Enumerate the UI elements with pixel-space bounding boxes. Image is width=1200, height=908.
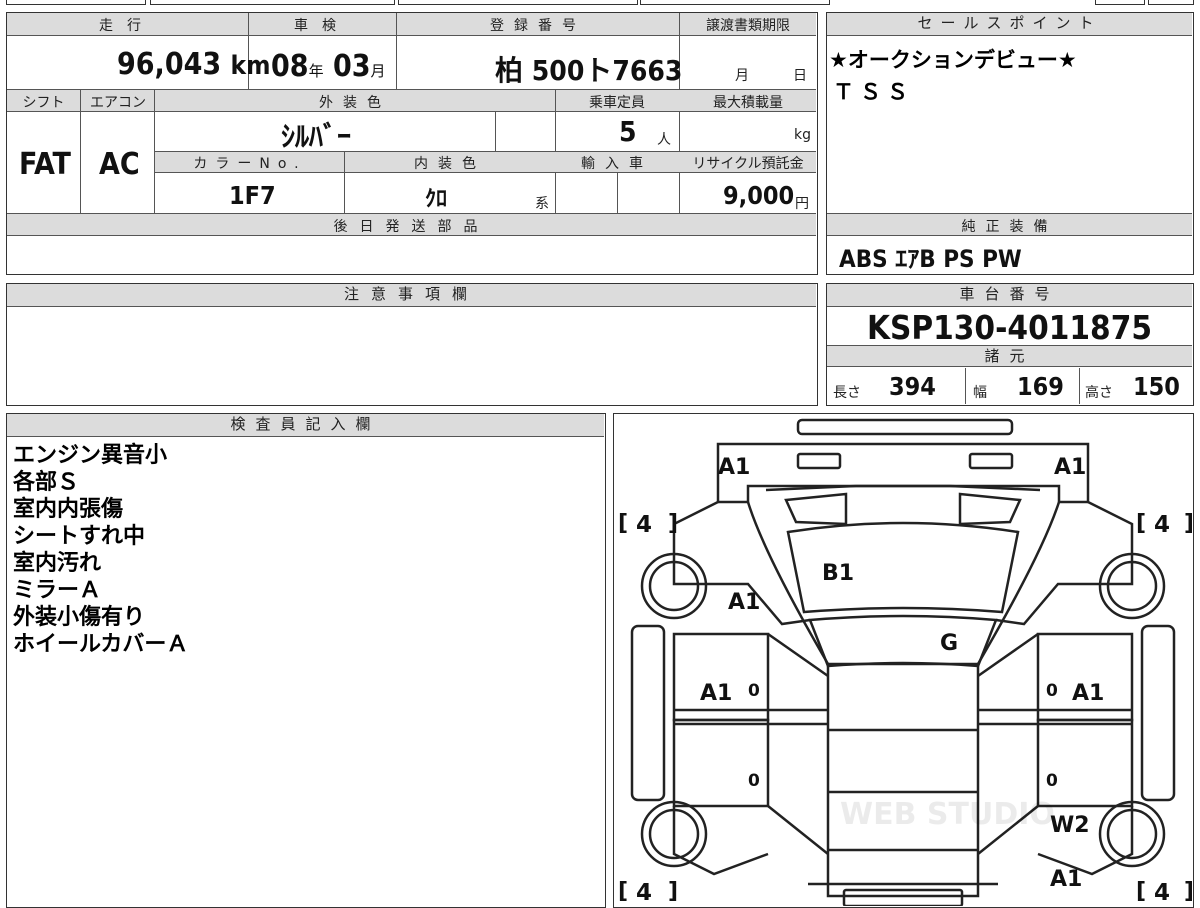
inspector-note-1: エンジン異音小	[13, 443, 168, 468]
inspector-note-5: 室内汚れ	[13, 551, 102, 576]
color-no-value: 1F7	[229, 181, 276, 210]
inspection-year-unit: 年	[308, 62, 324, 80]
mileage-label: 走行	[99, 18, 155, 34]
inspector-note-6: ミラーＡ	[13, 578, 102, 603]
length-label: 長さ	[833, 385, 861, 401]
tire-depth-fl: 4	[636, 512, 652, 538]
recycle-value: 9,000	[723, 181, 795, 210]
max-load-unit: kg	[794, 127, 811, 143]
inspector-note-4: シートすれ中	[13, 524, 146, 549]
exterior-color-label: 外装色	[319, 95, 391, 111]
inspection-month-unit: 月	[370, 62, 386, 80]
chassis-number: KSP130-4011875	[866, 308, 1153, 347]
specs-label: 諸元	[827, 345, 1192, 367]
svg-text:[: [	[1136, 511, 1146, 536]
capacity-unit: 人	[657, 132, 671, 148]
tire-depth-rr: 4	[1154, 880, 1170, 906]
notes-panel: 注意事項欄	[6, 283, 818, 406]
sales-point-line-2: ＴＳＳ	[833, 80, 914, 104]
inspection-label: 車検	[294, 18, 350, 34]
notes-label: 注意事項欄	[7, 284, 816, 307]
door-zero-1: 0	[748, 681, 760, 701]
tire-depth-fr: 4	[1154, 512, 1170, 538]
top-strip	[0, 0, 1200, 6]
chassis-panel: 車台番号 KSP130-4011875 諸元 長さ 394 幅 169 高さ 1…	[826, 283, 1194, 406]
interior-color-label: 内装色	[414, 156, 486, 172]
condition-diagram-panel: [] [] [] [] 4 4 4 4 A1 A1 A1 B1 G A1 A1 …	[613, 413, 1194, 908]
svg-text:]: ]	[1184, 511, 1192, 536]
registration-value: 柏 500ト7663	[495, 54, 683, 87]
inspection-year: 08	[271, 49, 309, 84]
mark-fender-left: A1	[728, 590, 760, 615]
inspector-note-7: 外装小傷有り	[13, 605, 146, 630]
max-load-label: 最大積載量	[713, 95, 783, 111]
equipment-label: 純正装備	[961, 219, 1058, 235]
capacity-value: 5	[619, 115, 637, 148]
color-no-label: カラーNo.	[193, 156, 307, 172]
transfer-month-unit: 月	[735, 68, 749, 84]
interior-color-value: ｸﾛ	[425, 187, 448, 212]
svg-text:]: ]	[668, 511, 678, 536]
equipment-value: ABS ｴｱB PS PW	[839, 245, 1022, 273]
mark-front-door-left: A1	[700, 681, 732, 706]
later-parts-label: 後日発送部品	[333, 219, 490, 235]
tire-depth-rl: 4	[636, 880, 652, 906]
length-value: 394	[889, 372, 936, 401]
door-zero-3: 0	[748, 771, 760, 791]
inspector-label: 検査員記入欄	[7, 414, 604, 437]
shift-label: シフト	[22, 95, 65, 111]
mileage-value: 96,043	[117, 47, 222, 82]
door-zero-2: 0	[1046, 681, 1058, 701]
sales-points-label: セールスポイント	[827, 13, 1192, 36]
mark-front-left: A1	[718, 455, 750, 480]
chassis-label: 車台番号	[827, 284, 1192, 307]
shift-value: FAT	[19, 147, 71, 182]
mark-rear-right: A1	[1050, 867, 1082, 892]
inspector-panel: 検査員記入欄 エンジン異音小 各部Ｓ 室内内張傷 シートすれ中 室内汚れ ミラー…	[6, 413, 606, 908]
mark-windshield: G	[940, 631, 958, 656]
svg-text:]: ]	[668, 879, 678, 904]
mark-hood: B1	[822, 561, 854, 586]
mark-front-door-right: A1	[1072, 681, 1104, 706]
svg-text:[: [	[618, 879, 628, 904]
svg-text:[: [	[618, 511, 628, 536]
recycle-unit: 円	[795, 196, 809, 212]
transfer-deadline-label: 譲渡書類期限	[706, 18, 790, 34]
transfer-day-unit: 日	[793, 68, 807, 84]
inspector-note-3: 室内内張傷	[13, 497, 124, 522]
inspection-month: 03	[332, 49, 371, 84]
watermark: WEB STUDIO	[840, 797, 1055, 832]
interior-color-suffix: 系	[535, 196, 549, 212]
recycle-label: リサイクル預託金	[692, 156, 804, 172]
car-diagram: [] [] [] [] 4 4 4 4 A1 A1 A1 B1 G A1 A1 …	[618, 418, 1192, 906]
sales-points-panel: セールスポイント ★オークションデビュー★ ＴＳＳ 純正装備 ABS ｴｱB P…	[826, 12, 1194, 275]
aircon-value: AC	[99, 147, 140, 182]
width-label: 幅	[973, 385, 987, 401]
sales-point-line-1: ★オークションデビュー★	[829, 48, 1077, 72]
width-value: 169	[1017, 372, 1064, 401]
capacity-label: 乗車定員	[589, 95, 645, 111]
aircon-label: エアコン	[90, 95, 146, 111]
height-label: 高さ	[1085, 385, 1113, 401]
vehicle-details-panel: 走行 車検 登録番号 譲渡書類期限 96,043 km 08年 03月 柏 50…	[6, 12, 818, 275]
exterior-color-value: ｼﾙﾊﾞｰ	[281, 120, 352, 153]
inspector-note-2: 各部Ｓ	[13, 470, 80, 495]
svg-text:]: ]	[1184, 879, 1192, 904]
registration-label: 登録番号	[490, 18, 586, 34]
mark-front-right: A1	[1054, 455, 1086, 480]
mileage-unit: km	[230, 51, 271, 81]
height-value: 150	[1133, 372, 1180, 401]
svg-text:[: [	[1136, 879, 1146, 904]
inspector-note-8: ホイールカバーＡ	[13, 632, 189, 657]
mark-rear-wheel-right: W2	[1050, 813, 1090, 838]
door-zero-4: 0	[1046, 771, 1058, 791]
import-label: 輸入車	[581, 156, 653, 172]
